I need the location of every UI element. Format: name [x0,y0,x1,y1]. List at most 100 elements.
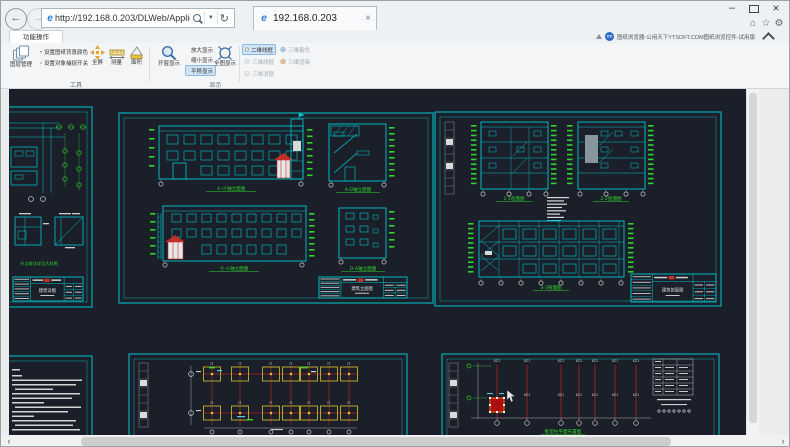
style-3d-wireframe-button[interactable]: 三维线框 [242,56,276,67]
browser-tab[interactable]: e 192.168.0.203 × [253,6,377,30]
area-button[interactable]: 面积 [128,45,145,78]
footing-label: J1 [307,401,311,405]
style-3d-hidden-label: 三维消隐 [252,70,274,78]
favorites-star-icon[interactable]: ☆ [760,18,772,29]
set-background-button[interactable]: 设置图纸背景颜色 [38,47,90,57]
footing-label: J1 [269,362,273,366]
group-separator [239,46,240,82]
measure-button[interactable]: 测量 [108,45,125,78]
column-label: KZ1 [576,393,582,397]
style-3d-rendered-button[interactable]: 三维渲染 [278,56,312,67]
minimize-button[interactable]: – [721,1,743,17]
magnifier-icon [161,45,177,61]
close-window-button[interactable]: × [765,1,787,17]
ribbon-tab-function[interactable]: 功能操作 [9,30,63,43]
pan-button[interactable]: 平移显示 [185,65,216,76]
drawing-label: 3-3剖面图 [540,284,562,291]
drawing-label: ⑪-①轴立面图 [220,265,249,272]
back-button[interactable]: ← [5,8,27,30]
drawing-label: 1-1剖面图 [503,195,525,202]
footing-label: J1 [269,401,273,405]
set-background-label: 设置图纸背景颜色 [44,48,88,56]
tab-title: 192.168.0.203 [273,13,361,24]
column-label: KZ1 [592,359,598,363]
horizontal-scrollbar[interactable]: ‹ › [1,435,790,447]
hidden-3d-icon [244,69,250,78]
column-label: KZ1 [633,393,639,397]
fullscreen-label: 全屏 [92,60,103,66]
wireframe-2d-icon [245,45,249,54]
set-osnap-label: 设置对象捕捉开关 [44,59,88,67]
column-label: KZ1 [612,359,618,363]
tools-group-caption: 工具 [6,80,146,89]
tab-favicon: e [259,13,269,24]
drawing-label: ①-⑪轴立面图 [217,185,246,192]
style-2d-wireframe-label: 二维线框 [251,46,273,54]
window-zoom-button[interactable]: 开窗显示 [153,45,185,78]
footing-label: J1 [238,401,242,405]
window-zoom-label: 开窗显示 [158,61,180,67]
area-label: 面积 [131,60,142,66]
refresh-icon[interactable]: ↻ [218,12,231,25]
fullscreen-button[interactable]: 全屏 [89,45,106,78]
home-icon[interactable]: ⌂ [747,18,759,29]
ruler-icon [109,45,125,60]
zoom-all-label: 全图显示 [214,61,236,67]
scroll-right-arrow[interactable]: › [776,435,790,447]
cad-viewport: 节点做法详见大样图建筑详图 ①-⑪轴立面图 A-D轴立面图 ⑪-①轴立面图 D-A轴立面… [1,89,790,435]
drawing-label: D-A轴立面图 [350,265,377,272]
column-label: KZ1 [524,359,530,363]
yt-logo-icon: YT [605,32,614,41]
drawing-label: 2-2剖面图 [600,195,622,202]
column-label: KZ1 [558,359,564,363]
maximize-icon [749,5,759,13]
zoom-extents-icon [217,45,233,61]
footing-label: J1 [238,362,242,366]
column-label: KZ1 [524,393,530,397]
vertical-scrollbar[interactable] [746,89,759,435]
pan-label: 平移显示 [191,67,213,75]
footing-label: J1 [327,362,331,366]
footing-label: J1 [210,401,214,405]
cad-canvas[interactable]: 节点做法详见大样图建筑详图 ①-⑪轴立面图 A-D轴立面图 ⑪-①轴立面图 D-A轴立面… [9,89,746,435]
column-label: KZ1 [494,359,500,363]
layer-manager-button[interactable]: 图层管理 [6,45,36,78]
drawing-label: 框架柱平面布置图 [545,428,582,435]
chevron-down-icon[interactable]: ▼ [205,15,217,21]
zoom-out-button[interactable]: 缩小显示 [187,55,215,64]
zoom-all-button[interactable]: 全图显示 [213,45,237,78]
footing-label: J1 [210,362,214,366]
layer-manager-label: 图层管理 [10,62,32,68]
footing-label: J1 [307,362,311,366]
title-block-name: 建筑详图 [39,287,56,294]
sheet-note: 节点做法详见大样图 [20,260,58,267]
fullscreen-arrows-icon [90,45,105,60]
set-osnap-button[interactable]: 设置对象捕捉开关 [38,58,90,68]
scroll-left-arrow[interactable]: ‹ [2,435,16,447]
style-3d-shaded-label: 三维着色 [288,46,310,54]
drawing-label: A-D轴立面图 [345,186,372,193]
column-label: KZ1 [576,359,582,363]
ie-favicon: e [45,13,55,24]
close-tab-icon[interactable]: × [365,13,371,24]
url-text[interactable]: http://192.168.0.203/DLWeb/Application/Y… [55,13,190,23]
layers-icon [12,45,30,62]
style-2d-wireframe-button[interactable]: 二维线框 [242,44,276,55]
style-3d-hidden-button[interactable]: 三维消隐 [242,68,276,79]
vertical-scrollbar-thumb[interactable] [749,93,757,423]
style-3d-shaded-button[interactable]: 三维着色 [278,44,312,55]
address-bar[interactable]: e http://192.168.0.203/DLWeb/Application… [41,8,235,28]
ribbon: 图层管理 设置图纸背景颜色 设置对象捕捉开关 全屏 [1,43,790,89]
display-group-caption: 显示 [153,80,278,89]
group-separator [149,46,150,82]
palette-icon [40,48,42,56]
style-3d-rendered-label: 三维渲染 [288,58,310,66]
shaded-sphere-icon [280,45,286,54]
horizontal-scrollbar-thumb[interactable] [81,437,671,446]
maximize-button[interactable] [743,1,765,17]
zoom-in-label: 放大显示 [191,46,213,54]
search-icon[interactable] [193,14,201,22]
wireframe-3d-icon [244,57,250,66]
settings-gear-icon[interactable]: ⚙ [773,18,785,29]
zoom-in-button[interactable]: 放大显示 [187,45,215,54]
